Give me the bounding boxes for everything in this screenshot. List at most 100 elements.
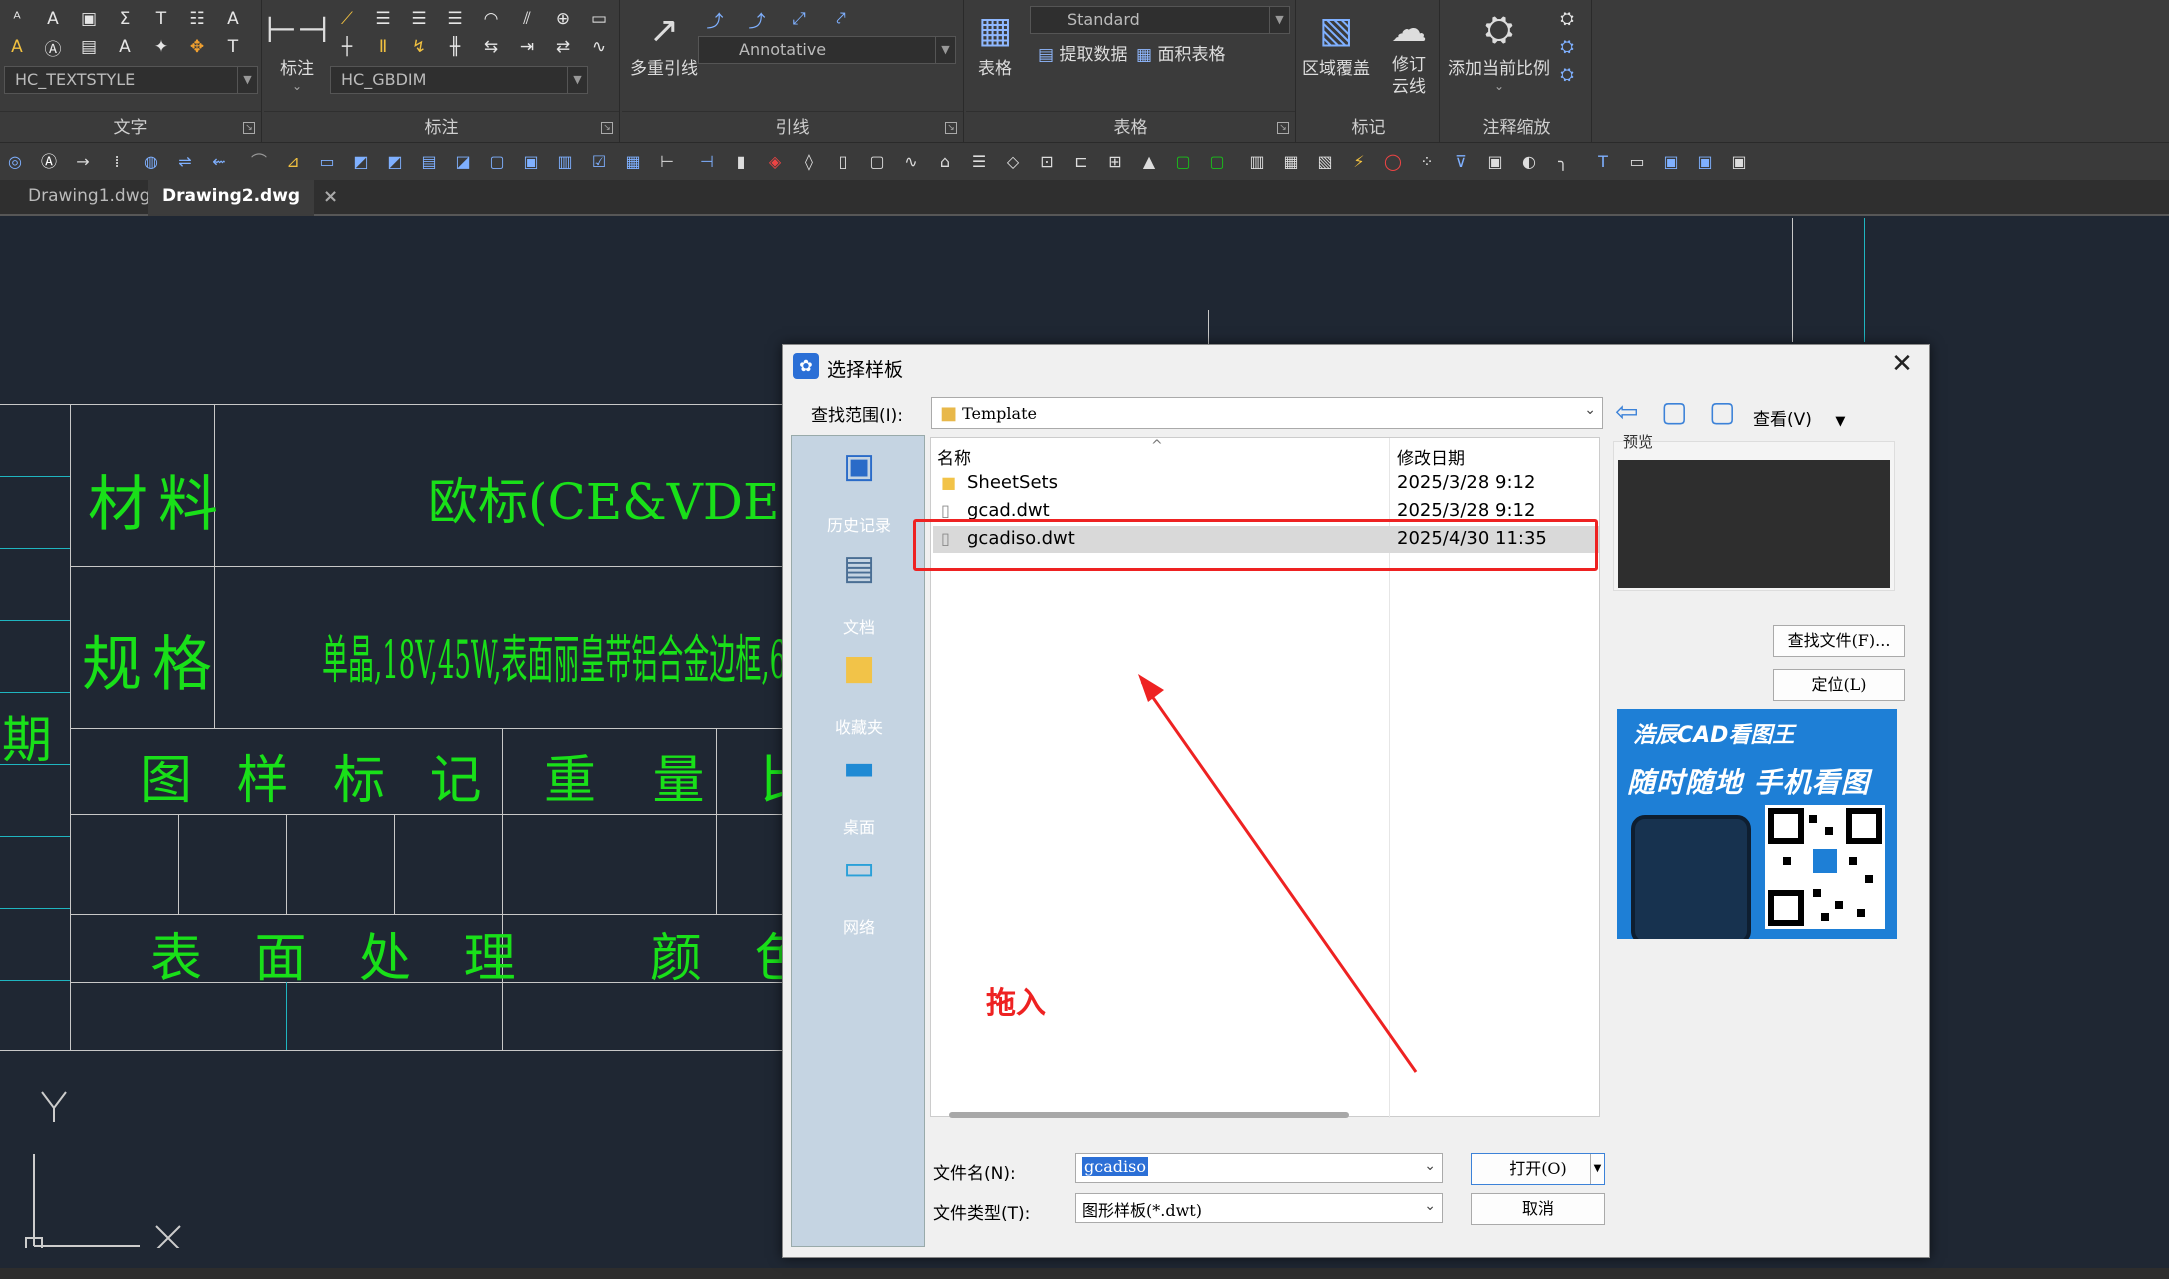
toolbar-tool-icon[interactable]: ▢: [486, 151, 508, 173]
text-convert-icon[interactable]: ✦: [148, 36, 174, 58]
dim-oblique-icon[interactable]: ⫽: [514, 8, 540, 30]
chevron-down-icon[interactable]: ⌄: [1494, 79, 1504, 93]
area-table-button[interactable]: ▦ 面积表格: [1136, 40, 1225, 65]
horizontal-scrollbar[interactable]: [949, 1112, 1349, 1118]
leader-align-icon[interactable]: ⤢: [786, 8, 812, 30]
text-abc-icon[interactable]: ᴬ: [4, 8, 30, 30]
toolbar-tool-icon[interactable]: ⇌: [174, 151, 196, 173]
toolbar-tool-icon[interactable]: ▤: [418, 151, 440, 173]
toolbar-tool-icon[interactable]: ▮: [730, 151, 752, 173]
panel-launcher-icon[interactable]: ↘: [1277, 122, 1289, 134]
toolbar-tool-icon[interactable]: →: [72, 151, 94, 173]
toolbar-tool-icon[interactable]: ⇜: [208, 151, 230, 173]
toolbar-tool-icon[interactable]: ⊿: [282, 151, 304, 173]
text-t-icon[interactable]: T: [148, 8, 174, 30]
dim-baseline-icon[interactable]: ☰: [370, 8, 396, 30]
close-icon[interactable]: ✕: [1885, 347, 1919, 381]
toolbar-tool-icon[interactable]: ◪: [452, 151, 474, 173]
toolbar-tool-icon[interactable]: ▭: [1626, 151, 1648, 173]
leader-remove-icon[interactable]: ⤴: [744, 8, 770, 32]
chevron-down-icon[interactable]: ⌄: [1424, 1158, 1436, 1174]
cancel-button[interactable]: 取消: [1471, 1193, 1605, 1225]
dim-inspect-icon[interactable]: ▭: [586, 8, 612, 30]
table-button[interactable]: ▦ 表格: [970, 6, 1020, 80]
chevron-down-icon[interactable]: ⌄: [1424, 1198, 1436, 1214]
look-in-combo[interactable]: ■ Template ⌄: [931, 397, 1603, 429]
text-single-line-icon[interactable]: A: [40, 8, 66, 30]
toolbar-tool-icon[interactable]: ◐: [1518, 151, 1540, 173]
text-style-icon[interactable]: A: [220, 8, 246, 30]
chevron-down-icon[interactable]: ▼: [1835, 414, 1845, 429]
chevron-down-icon[interactable]: ⌄: [292, 79, 302, 93]
toolbar-tool-icon[interactable]: ▦: [622, 151, 644, 173]
toolbar-tool-icon[interactable]: ▣: [1728, 151, 1750, 173]
toolbar-tool-icon[interactable]: ◍: [140, 151, 162, 173]
toolbar-tool-icon[interactable]: Ⓐ: [38, 151, 60, 173]
dim-break-icon[interactable]: Ⅱ: [370, 36, 396, 58]
dim-ordinate-icon[interactable]: ┼: [334, 36, 360, 58]
dim-tolerance-icon[interactable]: ╫: [442, 36, 468, 58]
sum-icon[interactable]: Σ: [112, 8, 138, 30]
toolbar-tool-icon[interactable]: ▲: [1138, 151, 1160, 173]
dim-adjust-icon[interactable]: ⇆: [478, 36, 504, 58]
toolbar-tool-icon[interactable]: ▥: [554, 151, 576, 173]
toolbar-tool-icon[interactable]: ▭: [316, 151, 338, 173]
filename-input[interactable]: gcadiso ⌄: [1075, 1153, 1443, 1183]
place-documents[interactable]: ▤ 文档: [792, 546, 926, 638]
file-row-sheetsets[interactable]: ■ SheetSets 2025/3/28 9:12: [933, 470, 1599, 497]
dimension-button[interactable]: ⊢⊣ 标注 ⌄: [266, 6, 329, 94]
chevron-down-icon[interactable]: ▼: [1590, 1154, 1604, 1184]
toolbar-tool-icon[interactable]: ▣: [1484, 151, 1506, 173]
text-mtext-icon[interactable]: T: [220, 36, 246, 58]
dim-update-icon[interactable]: ⇄: [550, 36, 576, 58]
toolbar-tool-icon[interactable]: ◩: [384, 151, 406, 173]
place-desktop[interactable]: ▬ 桌面: [792, 746, 926, 838]
revision-cloud-button[interactable]: ☁ 修订 云线: [1384, 6, 1434, 98]
dimension-style-combo[interactable]: HC_GBDIM ▼: [330, 66, 588, 94]
toolbar-tool-icon[interactable]: ⊡: [1036, 151, 1058, 173]
chevron-down-icon[interactable]: ▼: [935, 37, 955, 63]
toolbar-tool-icon[interactable]: ⌂: [934, 151, 956, 173]
scale-sync-icon[interactable]: ⛭: [1554, 8, 1580, 30]
toolbar-tool-icon[interactable]: ⚡: [1348, 151, 1370, 173]
toolbar-tool-icon[interactable]: ▯: [832, 151, 854, 173]
toolbar-tool-icon[interactable]: ☰: [968, 151, 990, 173]
dim-center-icon[interactable]: ⊕: [550, 8, 576, 30]
toolbar-tool-icon[interactable]: ⊞: [1104, 151, 1126, 173]
place-history[interactable]: ▣ 历史记录: [792, 444, 926, 536]
dim-jog-icon[interactable]: ↯: [406, 36, 432, 58]
text-box-icon[interactable]: Ⓐ: [40, 36, 66, 60]
dim-radius-icon[interactable]: ◠: [478, 8, 504, 30]
toolbar-tool-icon[interactable]: ◇: [1002, 151, 1024, 173]
scale-remove-icon[interactable]: ⛭: [1554, 64, 1580, 86]
toolbar-tool-icon[interactable]: ╮: [1552, 151, 1574, 173]
toolbar-tool-icon[interactable]: ▣: [520, 151, 542, 173]
panel-launcher-icon[interactable]: ↘: [243, 122, 255, 134]
toolbar-tool-icon[interactable]: ⊽: [1450, 151, 1472, 173]
new-folder-icon[interactable]: ▢: [1709, 395, 1735, 428]
toolbar-tool-icon[interactable]: ▣: [1660, 151, 1682, 173]
toolbar-tool-icon[interactable]: ◊: [798, 151, 820, 173]
leader-collect-icon[interactable]: ⤤: [828, 8, 854, 30]
text-lock2-icon[interactable]: ▤: [76, 36, 102, 58]
locate-button[interactable]: 定位(L): [1773, 669, 1905, 701]
toolbar-tool-icon[interactable]: ◈: [764, 151, 786, 173]
leader-add-icon[interactable]: ⤴: [702, 8, 728, 32]
table-style-combo[interactable]: Standard ▼: [1030, 6, 1290, 34]
dim-wave-icon[interactable]: ∿: [586, 36, 612, 58]
place-favorites[interactable]: ■ 收藏夹: [792, 646, 926, 738]
toolbar-tool-icon[interactable]: ∿: [900, 151, 922, 173]
text-lock-icon[interactable]: ▣: [76, 8, 102, 30]
toolbar-tool-icon[interactable]: ▦: [1280, 151, 1302, 173]
toolbar-tool-icon[interactable]: ⁘: [1416, 151, 1438, 173]
text-align-icon[interactable]: ✥: [184, 36, 210, 58]
filetype-select[interactable]: 图形样板(*.dwt) ⌄: [1075, 1193, 1443, 1223]
dim-continue-icon[interactable]: ☰: [406, 8, 432, 30]
extract-data-button[interactable]: ▤ 提取数据: [1038, 40, 1127, 65]
toolbar-tool-icon[interactable]: ▢: [1206, 151, 1228, 173]
toolbar-tool-icon[interactable]: ⊣: [696, 151, 718, 173]
text-italic-icon[interactable]: A: [4, 36, 30, 58]
toolbar-tool-icon[interactable]: ⊢: [656, 151, 678, 173]
toolbar-tool-icon[interactable]: ▢: [1172, 151, 1194, 173]
place-network[interactable]: ▭ 网络: [792, 846, 926, 938]
